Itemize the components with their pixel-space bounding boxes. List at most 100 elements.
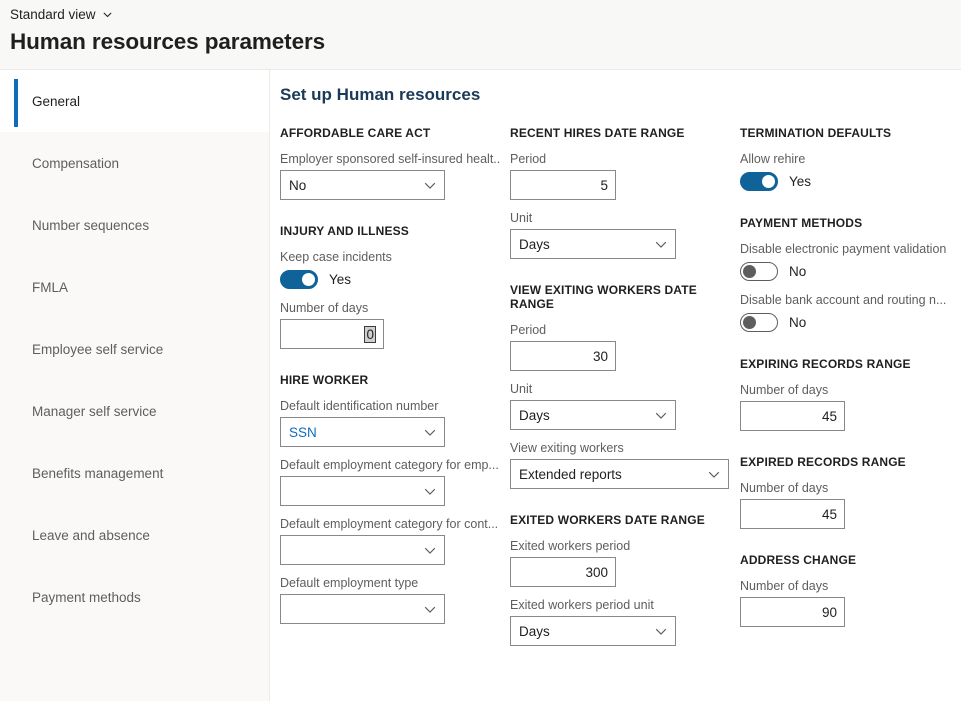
chevron-down-icon: [654, 408, 668, 422]
input-value: 90: [822, 605, 837, 620]
field-disable-electronic-payment-validation: Disable electronic payment validation No: [740, 241, 961, 282]
dropdown-value: Days: [519, 237, 550, 252]
toggle-state-label: No: [789, 264, 806, 279]
dropdown-unit[interactable]: Days: [510, 229, 676, 259]
chevron-down-icon: [654, 237, 668, 251]
field-label: Default employment category for emp...: [280, 457, 500, 473]
form-column-3: TERMINATION DEFAULTSAllow rehireYes PAYME…: [730, 126, 961, 701]
section-recent-hires-date-range: RECENT HIRES DATE RANGEPeriod5UnitDays: [510, 126, 730, 259]
section-title: EXPIRING RECORDS RANGE: [740, 357, 961, 371]
sidebar-navigation: General Compensation Number sequences FMLA E…: [0, 70, 270, 701]
dropdown-view-exiting-workers[interactable]: Extended reports: [510, 459, 729, 489]
field-label: Disable bank account and routing n...: [740, 292, 961, 308]
dropdown-default-employment-type[interactable]: [280, 594, 445, 624]
sidebar-item-manager-self-service[interactable]: Manager self service: [0, 380, 269, 442]
section-exited-workers-date-range: EXITED WORKERS DATE RANGEExited workers …: [510, 513, 730, 646]
section-title: HIRE WORKER: [280, 373, 500, 387]
input-value: 45: [822, 507, 837, 522]
field-label: Number of days: [280, 300, 500, 316]
section-view-exiting-workers-date-range: VIEW EXITING WORKERS DATE RANGEPeriod30U…: [510, 283, 730, 489]
field-view-exiting-workers: View exiting workers Extended reports: [510, 440, 730, 489]
sidebar-item-fmla[interactable]: FMLA: [0, 256, 269, 318]
sidebar-item-label: Manager self service: [32, 404, 157, 419]
toggle-disable-electronic-payment-validation[interactable]: [740, 262, 778, 281]
number-input-number-of-days[interactable]: 45: [740, 401, 845, 431]
sidebar-item-benefits-management[interactable]: Benefits management: [0, 442, 269, 504]
chevron-down-icon: [423, 178, 437, 192]
toggle-state-label: Yes: [329, 272, 351, 287]
field-label: Disable electronic payment validation: [740, 241, 961, 257]
section-expiring-records-range: EXPIRING RECORDS RANGENumber of days45: [740, 357, 961, 431]
dropdown-default-employment-category-for-cont[interactable]: [280, 535, 445, 565]
sidebar-item-label: Leave and absence: [32, 528, 150, 543]
chevron-down-icon: [423, 602, 437, 616]
field-exited-workers-period: Exited workers period300: [510, 538, 730, 587]
dropdown-value: Days: [519, 408, 550, 423]
sidebar-item-number-sequences[interactable]: Number sequences: [0, 194, 269, 256]
field-number-of-days: Number of days45: [740, 480, 961, 529]
form-columns: AFFORDABLE CARE ACTEmployer sponsored se…: [270, 126, 961, 701]
sidebar-item-general[interactable]: General: [0, 70, 269, 132]
dropdown-default-identification-number[interactable]: SSN: [280, 417, 445, 447]
number-input-number-of-days[interactable]: 90: [740, 597, 845, 627]
number-input-period[interactable]: 30: [510, 341, 616, 371]
view-selector[interactable]: Standard view: [10, 7, 113, 22]
sidebar-item-label: General: [32, 94, 80, 109]
field-label: Unit: [510, 381, 730, 397]
toggle-knob: [743, 265, 756, 278]
number-input-number-of-days[interactable]: 0: [280, 319, 384, 349]
page-title: Human resources parameters: [10, 29, 325, 55]
sidebar-item-payment-methods[interactable]: Payment methods: [0, 566, 269, 628]
dropdown-unit[interactable]: Days: [510, 400, 676, 430]
dropdown-value: Days: [519, 624, 550, 639]
dropdown-value: No: [289, 178, 306, 193]
dropdown-exited-workers-period-unit[interactable]: Days: [510, 616, 676, 646]
toggle-row: No: [740, 260, 961, 282]
field-default-identification-number: Default identification number SSN: [280, 398, 500, 447]
dropdown-value: Extended reports: [519, 467, 622, 482]
toggle-keep-case-incidents[interactable]: [280, 270, 318, 289]
field-label: Exited workers period unit: [510, 597, 730, 613]
toggle-knob: [743, 316, 756, 329]
dropdown-employer-sponsored-self-insured-healt[interactable]: No: [280, 170, 445, 200]
toggle-allow-rehire[interactable]: [740, 172, 778, 191]
section-title: PAYMENT METHODS: [740, 216, 961, 230]
toggle-knob: [302, 273, 315, 286]
field-label: View exiting workers: [510, 440, 730, 456]
input-value: 45: [822, 409, 837, 424]
sidebar-item-label: Compensation: [32, 156, 119, 171]
chevron-down-icon: [654, 624, 668, 638]
chevron-down-icon: [707, 467, 721, 481]
field-label: Employer sponsored self-insured healt...: [280, 151, 500, 167]
field-label: Default identification number: [280, 398, 500, 414]
field-label: Default employment category for cont...: [280, 516, 500, 532]
input-value: 0: [364, 326, 376, 343]
number-input-exited-workers-period[interactable]: 300: [510, 557, 616, 587]
sidebar-item-compensation[interactable]: Compensation: [0, 132, 269, 194]
section-termination-defaults: TERMINATION DEFAULTSAllow rehireYes: [740, 126, 961, 192]
sidebar-item-label: Benefits management: [32, 466, 163, 481]
sidebar-item-employee-self-service[interactable]: Employee self service: [0, 318, 269, 380]
content-heading: Set up Human resources: [280, 85, 480, 105]
dropdown-default-employment-category-for-emp[interactable]: [280, 476, 445, 506]
section-title: RECENT HIRES DATE RANGE: [510, 126, 730, 140]
number-input-period[interactable]: 5: [510, 170, 616, 200]
field-label: Number of days: [740, 578, 961, 594]
field-allow-rehire: Allow rehireYes: [740, 151, 961, 192]
section-address-change: ADDRESS CHANGENumber of days90: [740, 553, 961, 627]
section-injury-and-illness: INJURY AND ILLNESSKeep case incidentsYes…: [280, 224, 500, 349]
input-value: 5: [600, 178, 608, 193]
number-input-number-of-days[interactable]: 45: [740, 499, 845, 529]
section-hire-worker: HIRE WORKER Default identification number…: [280, 373, 500, 624]
toggle-disable-bank-account-and-routing-n[interactable]: [740, 313, 778, 332]
chevron-down-icon: [423, 425, 437, 439]
field-label: Allow rehire: [740, 151, 961, 167]
field-label: Default employment type: [280, 575, 500, 591]
sidebar-item-label: Number sequences: [32, 218, 149, 233]
field-label: Unit: [510, 210, 730, 226]
sidebar-item-label: FMLA: [32, 280, 68, 295]
top-header-bar: Standard view Human resources parameters: [0, 0, 961, 70]
sidebar-item-leave-and-absence[interactable]: Leave and absence: [0, 504, 269, 566]
field-keep-case-incidents: Keep case incidentsYes: [280, 249, 500, 290]
field-number-of-days: Number of days 0: [280, 300, 500, 349]
